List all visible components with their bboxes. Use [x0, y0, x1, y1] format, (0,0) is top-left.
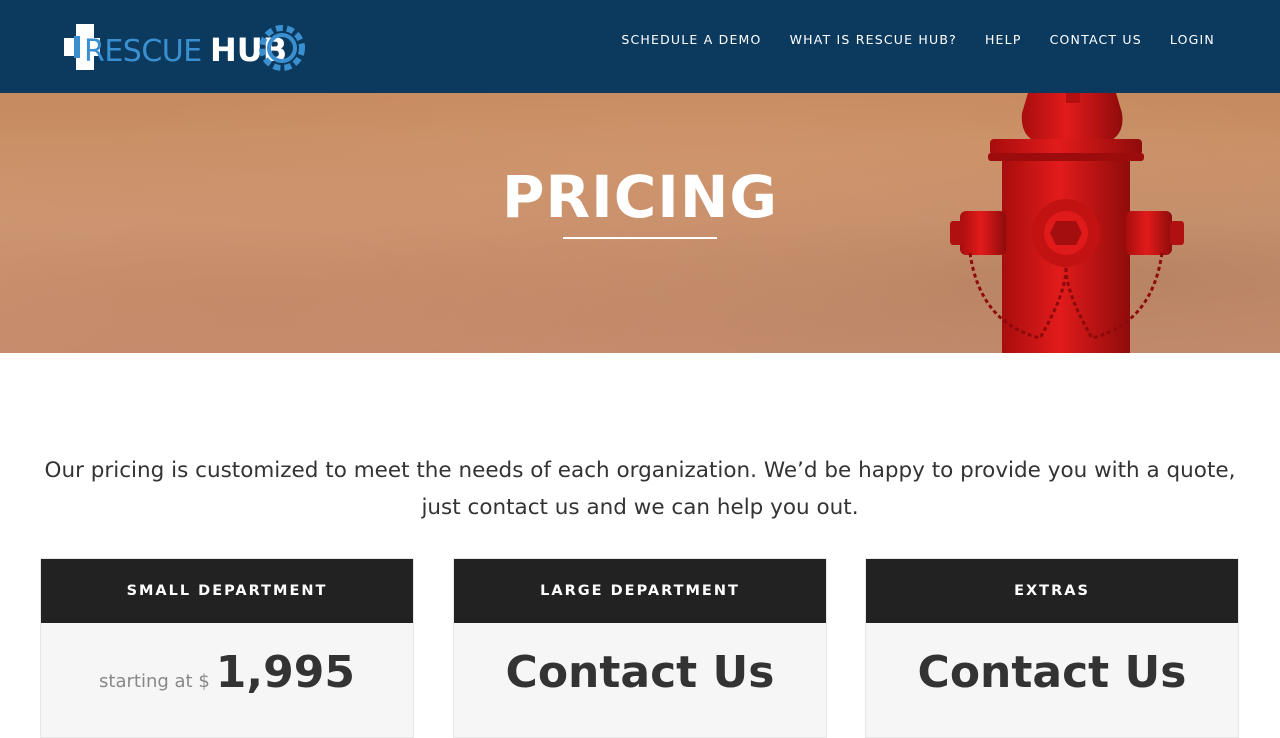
logo-text-rescue: RESCUE	[84, 34, 202, 69]
nav-schedule-demo[interactable]: SCHEDULE A DEMO	[621, 32, 761, 47]
pricing-card-large: LARGE DEPARTMENT Contact Us	[453, 558, 827, 738]
card-title: SMALL DEPARTMENT	[41, 559, 413, 623]
hero-banner: PRICING	[0, 93, 1280, 353]
card-price: Contact Us	[454, 647, 826, 698]
page-title: PRICING	[501, 163, 779, 231]
pricing-card-small: SMALL DEPARTMENT starting at $ 1,995	[40, 558, 414, 738]
pricing-intro: Our pricing is customized to meet the ne…	[44, 458, 1236, 520]
nav-contact-us[interactable]: CONTACT US	[1050, 32, 1142, 47]
card-title: EXTRAS	[866, 559, 1238, 623]
nav-what-is-rescue-hub[interactable]: WHAT IS RESCUE HUB?	[790, 32, 957, 47]
price-prefix: starting at $	[99, 671, 210, 692]
title-underline	[563, 237, 717, 239]
price-value: 1,995	[215, 647, 355, 698]
contact-us-text[interactable]: Contact Us	[918, 647, 1187, 698]
nav-login[interactable]: LOGIN	[1170, 32, 1215, 47]
pricing-card-extras: EXTRAS Contact Us	[865, 558, 1239, 738]
card-price: Contact Us	[866, 647, 1238, 698]
contact-us-text[interactable]: Contact Us	[506, 647, 775, 698]
logo-graphic: RESCUE HUB	[64, 24, 305, 71]
card-price: starting at $ 1,995	[41, 647, 413, 698]
main-nav: SCHEDULE A DEMO WHAT IS RESCUE HUB? HELP…	[621, 32, 1215, 47]
card-title: LARGE DEPARTMENT	[454, 559, 826, 623]
nav-help[interactable]: HELP	[985, 32, 1022, 47]
rescuehub-logo[interactable]: RESCUE HUB	[62, 20, 307, 76]
site-header: RESCUE HUB SCHEDULE A DEMO WHAT IS RESCU…	[0, 0, 1280, 93]
